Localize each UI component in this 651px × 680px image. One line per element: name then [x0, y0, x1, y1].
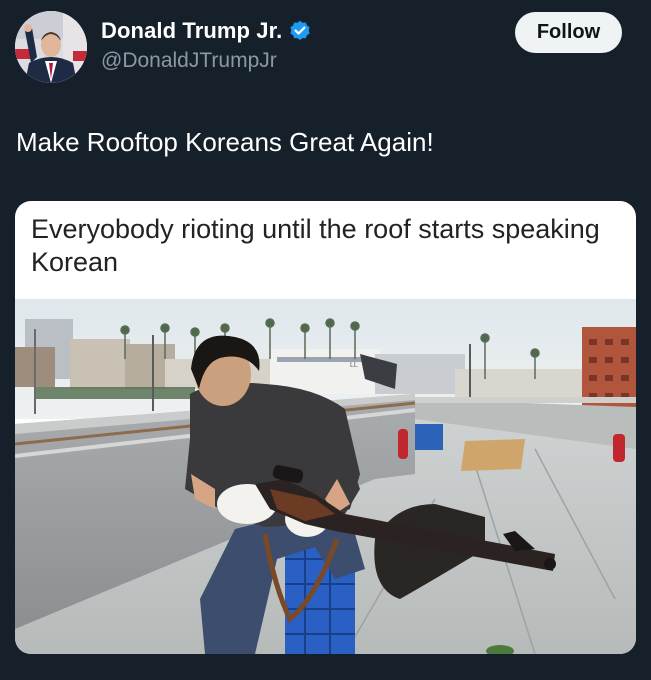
- meme-caption: Everyobody rioting until the roof starts…: [31, 214, 600, 277]
- tweet-card: Donald Trump Jr. @DonaldJTrumpJr Follow …: [0, 0, 651, 680]
- author-avatar[interactable]: [15, 11, 87, 83]
- follow-button[interactable]: Follow: [515, 12, 622, 53]
- author-display-name[interactable]: Donald Trump Jr.: [101, 18, 282, 44]
- tweet-text: Make Rooftop Koreans Great Again!: [16, 127, 434, 157]
- author-name-row: Donald Trump Jr.: [101, 18, 311, 44]
- verified-badge-icon: [290, 20, 310, 40]
- meme-photo: LL: [15, 299, 636, 654]
- author-handle[interactable]: @DonaldJTrumpJr: [101, 49, 277, 73]
- avatar-photo: [15, 11, 87, 83]
- photo-sign-text: LL: [350, 362, 358, 369]
- tweet-media-image[interactable]: Everyobody rioting until the roof starts…: [15, 201, 636, 654]
